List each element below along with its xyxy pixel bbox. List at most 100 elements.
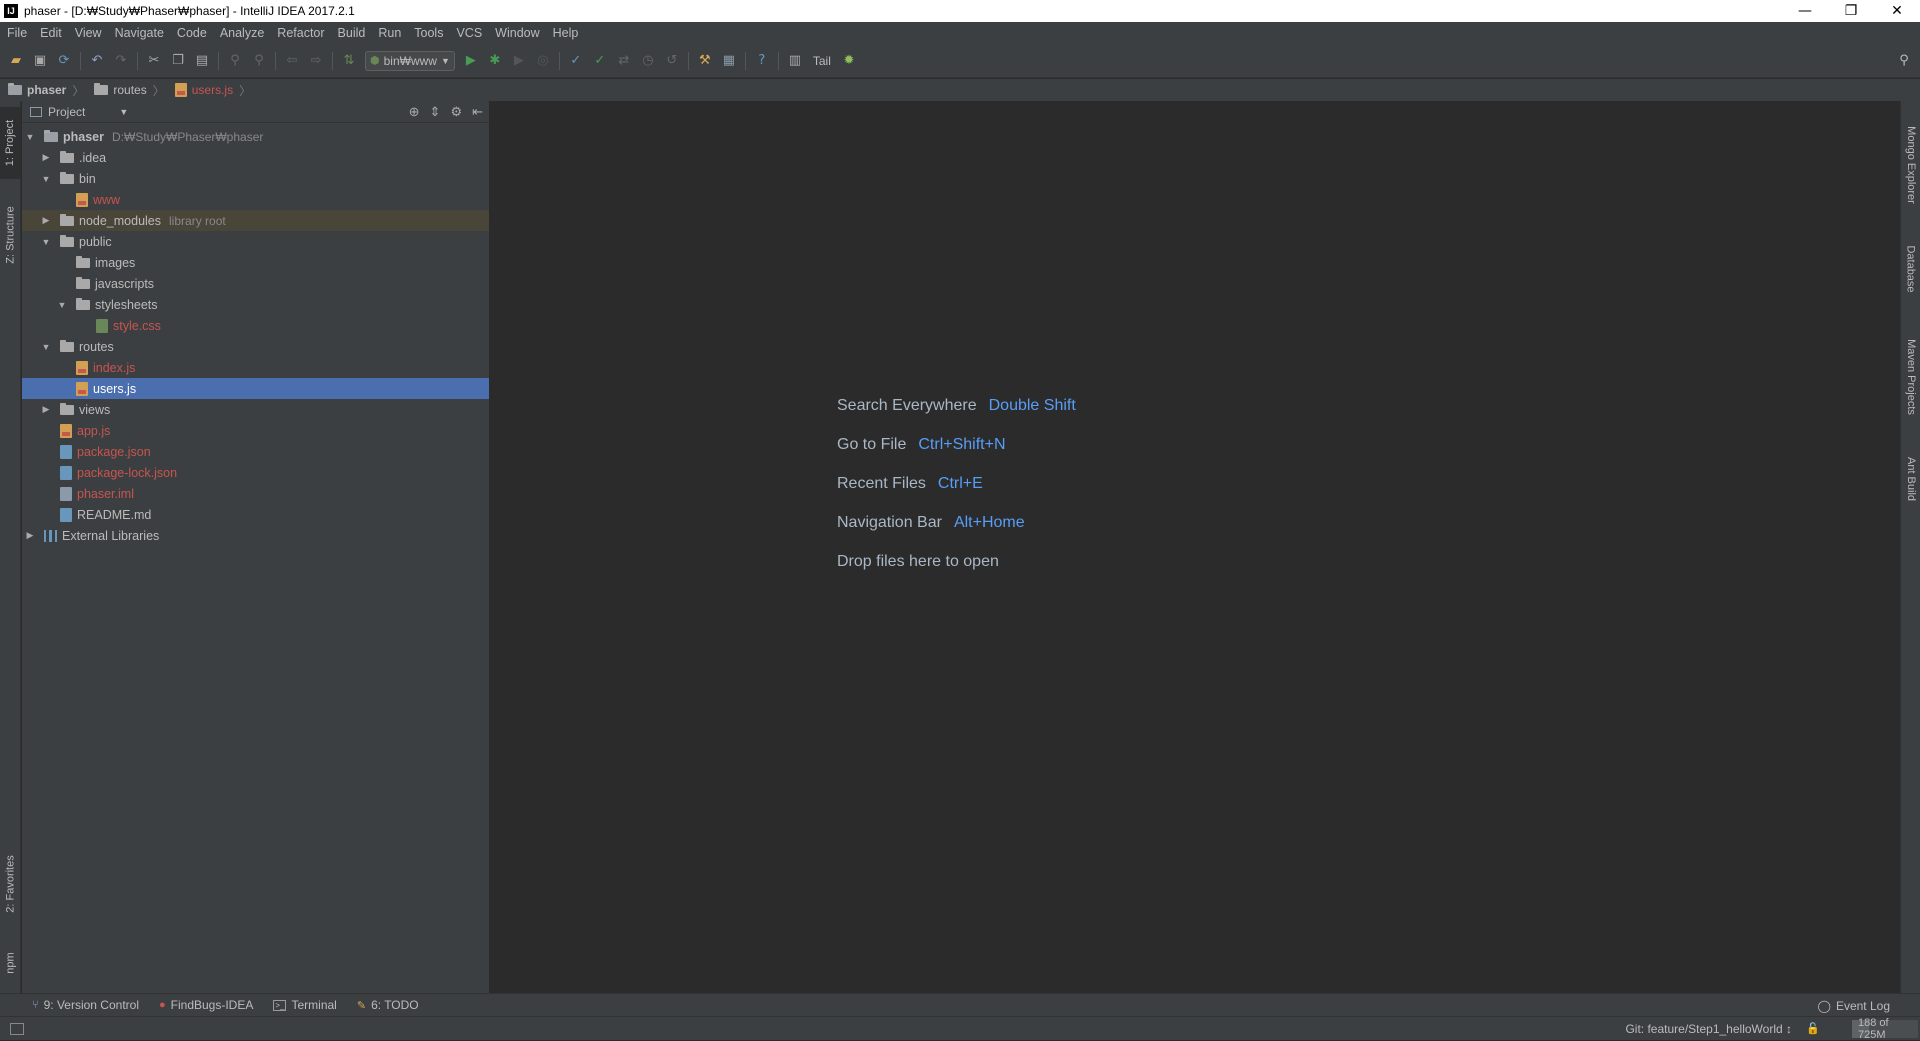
vcs-history-icon[interactable]: ◷ <box>637 50 659 72</box>
menu-file[interactable]: File <box>0 26 33 40</box>
tool-tab-terminal[interactable]: >_ Terminal <box>273 998 337 1012</box>
menu-code[interactable]: Code <box>170 26 213 40</box>
menu-view[interactable]: View <box>68 26 108 40</box>
tool-tab-findbugs[interactable]: ● FindBugs-IDEA <box>159 998 253 1012</box>
run-icon[interactable]: ▶ <box>460 50 482 72</box>
tree-item-public[interactable]: ▼ public <box>22 231 489 252</box>
hide-panel-icon[interactable]: ⇤ <box>472 104 483 120</box>
copy-icon[interactable]: ❐ <box>167 50 189 72</box>
close-button[interactable]: ✕ <box>1874 0 1920 22</box>
tree-item-app-js[interactable]: app.js <box>22 420 489 441</box>
tool-tab-version-control[interactable]: ⑂ 9: Version Control <box>32 998 139 1012</box>
tree-item-style-css[interactable]: style.css <box>22 315 489 336</box>
tree-item-images[interactable]: images <box>22 252 489 273</box>
menu-edit[interactable]: Edit <box>33 26 68 40</box>
expand-arrow-icon[interactable]: ▼ <box>40 174 52 184</box>
memory-indicator[interactable]: 188 of 725M <box>1852 1017 1918 1041</box>
tree-item-phaser-iml[interactable]: phaser.iml <box>22 483 489 504</box>
save-all-icon[interactable]: ▣ <box>29 50 51 72</box>
chevron-down-icon[interactable]: ▼ <box>119 107 128 117</box>
search-everywhere-icon[interactable]: ⚲ <box>1893 50 1915 72</box>
tail-label[interactable]: Tail <box>813 54 831 68</box>
tool-tab-structure[interactable]: Z: Structure <box>0 193 21 277</box>
git-branch-widget[interactable]: Git: feature/Step1_helloWorld ↕ <box>1625 1022 1792 1036</box>
run-configuration-select[interactable]: ⬢ bin₩www ▼ <box>365 50 455 71</box>
menu-refactor[interactable]: Refactor <box>270 26 330 40</box>
undo-icon[interactable]: ↶ <box>86 50 108 72</box>
read-only-lock-icon[interactable]: 🔓 <box>1806 1022 1820 1035</box>
forward-icon[interactable]: ⇨ <box>305 50 327 72</box>
synchronize-icon[interactable]: ⟳ <box>53 50 75 72</box>
menu-tools[interactable]: Tools <box>407 26 449 40</box>
menu-build[interactable]: Build <box>331 26 372 40</box>
tree-item-external-libraries[interactable]: ▶ External Libraries <box>22 525 489 546</box>
help-icon[interactable]: ? <box>751 50 773 72</box>
vcs-compare-icon[interactable]: ⇄ <box>613 50 635 72</box>
tree-item-users-js[interactable]: users.js <box>22 378 489 399</box>
collapsed-arrow-icon[interactable]: ▶ <box>40 152 52 163</box>
tool-tab-database[interactable]: Database <box>1901 233 1920 305</box>
tree-item-phaser[interactable]: ▼ phaser D:₩Study₩Phaser₩phaser <box>22 126 489 147</box>
build-project-icon[interactable]: ⇅ <box>338 50 360 72</box>
breadcrumb-folder[interactable]: routes 〉 <box>94 82 170 99</box>
tree-item-node-modules[interactable]: ▶ node_modules library root <box>22 210 489 231</box>
open-folder-icon[interactable]: ▰ <box>5 50 27 72</box>
editor-area[interactable]: Search Everywhere Double Shift Go to Fil… <box>491 101 1899 993</box>
tree-item-readme-md[interactable]: README.md <box>22 504 489 525</box>
collapse-all-icon[interactable]: ⇕ <box>430 104 441 120</box>
tree-item-www[interactable]: www <box>22 189 489 210</box>
tool-tab-maven-projects[interactable]: Maven Projects <box>1901 325 1920 429</box>
redo-icon[interactable]: ↷ <box>110 50 132 72</box>
tree-item-routes[interactable]: ▼ routes <box>22 336 489 357</box>
debug-icon[interactable]: ✱ <box>484 50 506 72</box>
tool-tab-npm[interactable]: npm <box>0 939 21 987</box>
android-bug-icon[interactable]: ✹ <box>838 50 860 72</box>
vcs-revert-icon[interactable]: ↺ <box>661 50 683 72</box>
tool-tab-event-log[interactable]: ◯ Event Log <box>1818 994 1890 1017</box>
toggle-tool-windows-icon[interactable] <box>10 1022 24 1035</box>
vcs-update-icon[interactable]: ✓ <box>565 50 587 72</box>
breadcrumb-project[interactable]: phaser 〉 <box>8 82 90 99</box>
tool-tab-project[interactable]: 1: Project <box>0 107 21 179</box>
expand-arrow-icon[interactable]: ▼ <box>40 237 52 247</box>
paste-icon[interactable]: ▤ <box>191 50 213 72</box>
expand-arrow-icon[interactable]: ▼ <box>24 132 36 142</box>
collapsed-arrow-icon[interactable]: ▶ <box>40 215 52 226</box>
collapsed-arrow-icon[interactable]: ▶ <box>40 404 52 415</box>
profile-icon[interactable]: ◎ <box>532 50 554 72</box>
tail-icon[interactable]: ▥ <box>784 50 806 72</box>
back-icon[interactable]: ⇦ <box>281 50 303 72</box>
menu-vcs[interactable]: VCS <box>449 26 488 40</box>
cut-icon[interactable]: ✂ <box>143 50 165 72</box>
expand-arrow-icon[interactable]: ▼ <box>40 342 52 352</box>
settings-wrench-icon[interactable]: ⚒ <box>694 50 716 72</box>
replace-icon[interactable]: ⚲ <box>248 50 270 72</box>
restore-button[interactable]: ❐ <box>1828 0 1874 22</box>
tree-item-idea[interactable]: ▶ .idea <box>22 147 489 168</box>
tree-item-package-json[interactable]: package.json <box>22 441 489 462</box>
run-coverage-icon[interactable]: ▶ <box>508 50 530 72</box>
tool-tab-mongo-explorer[interactable]: Mongo Explorer <box>1901 115 1920 215</box>
find-icon[interactable]: ⚲ <box>224 50 246 72</box>
panel-settings-gear-icon[interactable]: ⚙ <box>450 104 462 120</box>
tree-item-stylesheets[interactable]: ▼ stylesheets <box>22 294 489 315</box>
minimize-button[interactable]: — <box>1782 0 1828 22</box>
tool-tab-ant-build[interactable]: Ant Build <box>1901 441 1920 517</box>
expand-arrow-icon[interactable]: ▼ <box>56 300 68 310</box>
tree-item-package-lock-json[interactable]: package-lock.json <box>22 462 489 483</box>
scroll-from-source-icon[interactable]: ⊕ <box>409 104 420 120</box>
menu-window[interactable]: Window <box>488 26 545 40</box>
tree-item-javascripts[interactable]: javascripts <box>22 273 489 294</box>
tree-item-bin[interactable]: ▼ bin <box>22 168 489 189</box>
project-structure-icon[interactable]: ▦ <box>718 50 740 72</box>
project-view-select[interactable]: Project <box>48 105 85 119</box>
vcs-commit-icon[interactable]: ✓ <box>589 50 611 72</box>
tool-tab-todo[interactable]: ✎ 6: TODO <box>357 998 419 1012</box>
menu-help[interactable]: Help <box>546 26 585 40</box>
tool-tab-favorites[interactable]: 2: Favorites <box>0 841 21 927</box>
menu-analyze[interactable]: Analyze <box>213 26 270 40</box>
menu-run[interactable]: Run <box>371 26 407 40</box>
breadcrumb-file[interactable]: users.js 〉 <box>174 82 257 99</box>
menu-navigate[interactable]: Navigate <box>108 26 170 40</box>
collapsed-arrow-icon[interactable]: ▶ <box>24 530 36 541</box>
